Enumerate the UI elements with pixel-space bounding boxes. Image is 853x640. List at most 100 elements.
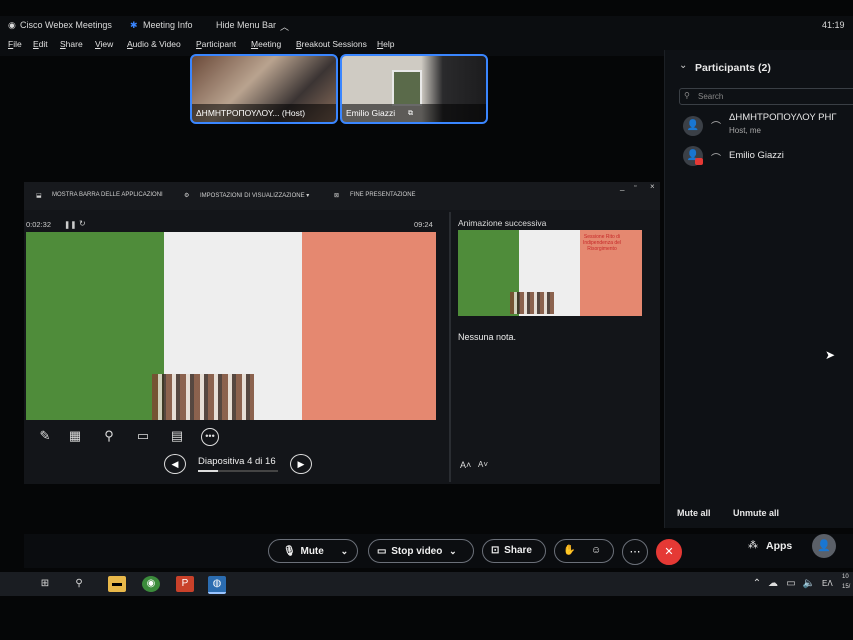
mute-button[interactable]: 🎙 Mute ⌄ xyxy=(268,539,358,563)
file-explorer-icon[interactable]: ▬ xyxy=(108,576,126,592)
meeting-info-button[interactable]: Meeting Info xyxy=(143,20,193,30)
thumbnail-label: Emilio Giazzi xyxy=(346,108,396,118)
chevron-down-icon[interactable]: ⌄ xyxy=(449,546,457,556)
mute-label: Mute xyxy=(300,546,324,557)
menu-edit[interactable]: Edit xyxy=(33,39,48,49)
end-meeting-button[interactable]: ✕ xyxy=(656,539,682,565)
participants-panel: ⌄ Participants (2) ⚲ Search 👤 ⌒ ΔΗΜΗΤΡΟΠ… xyxy=(664,50,853,528)
next-slide-button[interactable]: ▶ xyxy=(290,454,312,474)
volume-icon[interactable]: 🔈 xyxy=(800,576,818,592)
search-input[interactable]: ⚲ Search xyxy=(679,88,853,105)
language-indicator[interactable]: ΕΛ xyxy=(822,579,833,588)
thumbnail-label: ΔΗΜΗΤΡΟΠΟΥΛΟΥ... (Host) xyxy=(196,108,306,118)
slide-notes: Nessuna nota. xyxy=(458,332,517,342)
end-presentation-icon: ⊠ xyxy=(334,193,340,199)
search-icon[interactable]: ⚲ xyxy=(70,576,88,592)
tray-time: 10 xyxy=(842,574,849,580)
subtitles-icon[interactable]: ▤ xyxy=(168,428,186,444)
display-icon[interactable]: ▭ xyxy=(782,576,800,592)
avatar: 👤 xyxy=(683,116,703,136)
participant-name[interactable]: ΔΗΜΗΤΡΟΠΟΥΛΟΥ ΡΗΓ xyxy=(729,112,837,123)
reactions-icon[interactable]: ☺ xyxy=(591,540,601,562)
slides-grid-icon[interactable]: ▦ xyxy=(66,428,84,444)
search-icon: ⚲ xyxy=(684,91,690,100)
microphone-icon: 🎙 xyxy=(283,546,296,557)
more-options-icon[interactable]: ••• xyxy=(201,428,219,446)
hide-menu-bar-button[interactable]: Hide Menu Bar xyxy=(216,20,276,30)
reactions-group: ✋ ☺ xyxy=(554,539,614,563)
previous-slide-button[interactable]: ◀ xyxy=(164,454,186,474)
webex-icon[interactable]: ◍ xyxy=(208,576,226,594)
headset-icon: ⌒ xyxy=(711,122,721,133)
participants-title: Participants (2) xyxy=(695,62,771,74)
share-icon: ⊡ xyxy=(491,545,500,556)
video-thumbnail-host[interactable]: ΔΗΜΗΤΡΟΠΟΥΛΟΥ... (Host) xyxy=(190,54,338,124)
next-slide-preview: Sessione Rito di Indipendenza del Risorg… xyxy=(458,230,642,316)
windows-start-icon[interactable]: ⊞ xyxy=(36,576,54,592)
apps-button[interactable]: Apps xyxy=(766,540,792,552)
chevron-down-icon[interactable]: ⌄ xyxy=(341,546,349,556)
mouse-cursor-icon: ➤ xyxy=(825,348,836,362)
powerpoint-icon[interactable]: P xyxy=(176,576,194,592)
pen-icon[interactable]: ✎ xyxy=(36,428,54,444)
menu-share[interactable]: Share xyxy=(60,39,83,49)
webex-logo-icon: ◉ xyxy=(8,20,16,30)
presenter-view: ⬓ MOSTRA BARRA DELLE APPLICAZIONI ⚙ IMPO… xyxy=(24,182,660,484)
headset-icon: ⌒ xyxy=(711,154,721,165)
end-presentation-button[interactable]: FINE PRESENTAZIONE xyxy=(350,192,416,198)
camera-off-icon xyxy=(695,158,703,165)
windows-taskbar: ⊞ ⚲ ▬ ◉ P ◍ ⌃ ☁ ▭ 🔈 ΕΛ 10 15/ xyxy=(0,572,853,596)
presentation-timer: 0:02:32 xyxy=(26,220,52,229)
screen-icon[interactable]: ▭ xyxy=(134,428,152,444)
raise-hand-icon[interactable]: ✋ xyxy=(563,540,575,562)
increase-font-icon[interactable]: A˄ xyxy=(460,460,471,470)
menu-participant[interactable]: Participant xyxy=(196,39,236,49)
pause-icon[interactable]: ❚❚ xyxy=(64,220,77,229)
more-options-button[interactable]: ⋯ xyxy=(622,539,648,565)
decrease-font-icon[interactable]: A˅ xyxy=(478,460,488,469)
camera-icon: ▭ xyxy=(377,546,387,557)
divider xyxy=(449,212,451,482)
zoom-icon[interactable]: ⚲ xyxy=(100,428,118,444)
menu-help[interactable]: Help xyxy=(377,39,394,49)
network-icon[interactable]: ☁ xyxy=(764,576,782,592)
participant-name[interactable]: Emilio Giazzi xyxy=(729,150,784,161)
current-slide xyxy=(26,232,436,420)
app-title: Cisco Webex Meetings xyxy=(20,20,112,30)
participants-toggle-button[interactable]: 👤 xyxy=(812,534,836,558)
info-icon: ✱ xyxy=(130,20,138,30)
window-graphic xyxy=(392,70,422,106)
chrome-icon[interactable]: ◉ xyxy=(142,576,160,592)
share-label: Share xyxy=(504,545,532,556)
menu-breakout-sessions[interactable]: Breakout Sessions xyxy=(296,39,367,49)
taskbar-icon: ⬓ xyxy=(36,193,42,199)
restart-icon[interactable]: ↻ xyxy=(79,219,86,228)
participant-role: Host, me xyxy=(729,126,762,135)
next-slide-text: Sessione Rito di Indipendenza del Risorg… xyxy=(582,234,622,252)
share-button[interactable]: ⊡ Share xyxy=(482,539,546,563)
unmute-all-button[interactable]: Unmute all xyxy=(733,508,779,518)
menu-view[interactable]: View xyxy=(95,39,113,49)
chevron-down-icon[interactable]: ⌄ xyxy=(679,60,687,71)
search-placeholder: Search xyxy=(698,92,724,101)
soldiers-image xyxy=(510,292,554,314)
display-settings-button[interactable]: IMPOSTAZIONI DI VISUALIZZAZIONE ▾ xyxy=(200,192,309,199)
close-icon[interactable]: × xyxy=(650,182,655,191)
slide-progress-track xyxy=(198,470,278,472)
chevron-up-icon[interactable]: ︿ xyxy=(280,20,289,33)
next-animation-label: Animazione successiva xyxy=(458,218,547,228)
flag-red-stripe xyxy=(302,232,436,420)
soldiers-image xyxy=(152,374,254,420)
tray-date: 15/ xyxy=(842,584,851,590)
video-thumbnail-participant[interactable]: Emilio Giazzi ⧉ xyxy=(340,54,488,124)
show-taskbar-button[interactable]: MOSTRA BARRA DELLE APPLICAZIONI xyxy=(52,192,163,198)
menu-file[interactable]: File xyxy=(8,39,22,49)
mute-all-button[interactable]: Mute all xyxy=(677,508,711,518)
restore-icon[interactable]: ▫ xyxy=(634,183,636,190)
menu-meeting[interactable]: Meeting xyxy=(251,39,281,49)
slide-progress-fill xyxy=(198,470,218,472)
stop-video-button[interactable]: ▭ Stop video ⌄ xyxy=(368,539,474,563)
minimize-icon[interactable]: _ xyxy=(620,182,624,191)
menu-audio-video[interactable]: Audio & Video xyxy=(127,39,181,49)
slide-counter: Diapositiva 4 di 16 xyxy=(198,456,276,467)
